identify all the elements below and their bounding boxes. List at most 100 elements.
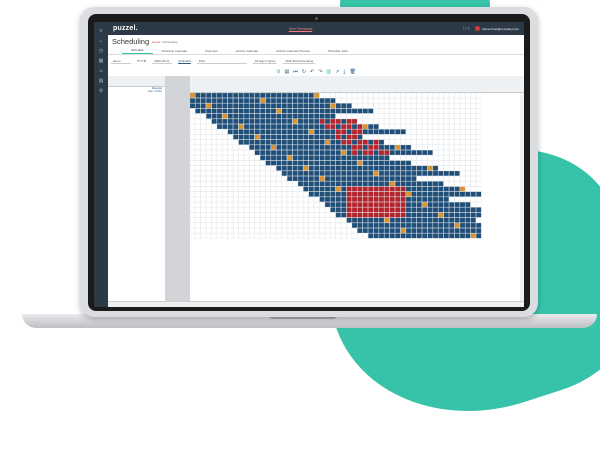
schedule-cell[interactable] (335, 144, 341, 150)
schedule-cell[interactable] (222, 181, 228, 187)
schedule-cell[interactable] (368, 170, 374, 176)
schedule-cell[interactable] (249, 103, 255, 109)
schedule-cell[interactable] (470, 186, 476, 192)
schedule-cell[interactable] (422, 181, 428, 187)
schedule-cell[interactable] (314, 108, 320, 114)
schedule-cell[interactable] (449, 98, 455, 104)
schedule-cell[interactable] (454, 150, 460, 156)
schedule-cell[interactable] (432, 165, 439, 171)
schedule-cell[interactable] (265, 212, 271, 218)
schedule-cell[interactable] (373, 170, 379, 176)
schedule-cell[interactable] (238, 181, 244, 187)
schedule-cell[interactable] (384, 212, 390, 218)
schedule-cell[interactable] (357, 160, 363, 166)
schedule-cell[interactable] (254, 207, 260, 213)
schedule-cell[interactable] (227, 93, 233, 98)
schedule-cell[interactable] (254, 170, 260, 176)
schedule-cell[interactable] (249, 181, 255, 187)
schedule-cell[interactable] (357, 170, 363, 176)
schedule-cell[interactable] (400, 139, 406, 145)
schedule-cell[interactable] (195, 124, 201, 130)
schedule-cell[interactable] (362, 176, 368, 182)
schedule-cell[interactable] (405, 155, 412, 161)
schedule-cell[interactable] (341, 217, 347, 223)
schedule-cell[interactable] (362, 228, 368, 234)
schedule-cell[interactable] (454, 170, 460, 176)
schedule-cell[interactable] (200, 118, 206, 124)
schedule-cell[interactable] (227, 139, 233, 145)
schedule-cell[interactable] (384, 108, 390, 114)
schedule-cell[interactable] (292, 217, 298, 223)
schedule-cell[interactable] (216, 129, 223, 135)
schedule-cell[interactable] (324, 113, 331, 119)
schedule-cell[interactable] (319, 196, 325, 202)
schedule-cell[interactable] (378, 98, 385, 104)
schedule-cell[interactable] (243, 103, 250, 109)
schedule-cell[interactable] (411, 103, 417, 109)
schedule-cell[interactable] (395, 170, 401, 176)
schedule-cell[interactable] (405, 196, 412, 202)
schedule-cell[interactable] (378, 129, 385, 135)
schedule-cell[interactable] (200, 217, 206, 223)
schedule-cell[interactable] (260, 144, 266, 150)
schedule-cell[interactable] (270, 196, 277, 202)
schedule-cell[interactable] (432, 233, 439, 239)
schedule-cell[interactable] (454, 222, 460, 228)
schedule-cell[interactable] (449, 144, 455, 150)
schedule-cell[interactable] (265, 207, 271, 213)
schedule-cell[interactable] (260, 160, 266, 166)
schedule-cell[interactable] (190, 222, 196, 228)
schedule-cell[interactable] (260, 196, 266, 202)
schedule-cell[interactable] (200, 212, 206, 218)
schedule-cell[interactable] (416, 170, 422, 176)
schedule-cell[interactable] (238, 118, 244, 124)
schedule-cell[interactable] (238, 186, 244, 192)
schedule-cell[interactable] (190, 118, 196, 124)
schedule-cell[interactable] (427, 139, 433, 145)
schedule-cell[interactable] (249, 202, 255, 208)
schedule-cell[interactable] (351, 108, 358, 114)
schedule-cell[interactable] (405, 228, 412, 234)
schedule-cell[interactable] (384, 113, 390, 119)
schedule-cell[interactable] (243, 196, 250, 202)
schedule-cell[interactable] (314, 202, 320, 208)
schedule-cell[interactable] (297, 181, 304, 187)
schedule-cell[interactable] (470, 233, 476, 239)
schedule-cell[interactable] (341, 228, 347, 234)
schedule-cell[interactable] (357, 118, 363, 124)
schedule-cell[interactable] (351, 113, 358, 119)
schedule-cell[interactable] (427, 222, 433, 228)
schedule-cell[interactable] (454, 98, 460, 104)
schedule-cell[interactable] (389, 160, 395, 166)
schedule-cell[interactable] (373, 202, 379, 208)
schedule-cell[interactable] (195, 170, 201, 176)
schedule-cell[interactable] (260, 207, 266, 213)
schedule-cell[interactable] (308, 191, 314, 197)
schedule-cell[interactable] (265, 176, 271, 182)
sort-select[interactable]: Shift Start Ascending (283, 59, 316, 64)
schedule-cell[interactable] (292, 155, 298, 161)
schedule-cell[interactable] (341, 93, 347, 98)
schedule-cell[interactable] (216, 134, 223, 140)
schedule-cell[interactable] (324, 212, 331, 218)
schedule-cell[interactable] (465, 196, 471, 202)
schedule-cell[interactable] (400, 176, 406, 182)
schedule-cell[interactable] (190, 196, 196, 202)
schedule-cell[interactable] (395, 113, 401, 119)
schedule-cell[interactable] (195, 202, 201, 208)
schedule-cell[interactable] (357, 129, 363, 135)
schedule-cell[interactable] (384, 139, 390, 145)
schedule-cell[interactable] (411, 113, 417, 119)
schedule-cell[interactable] (389, 98, 395, 104)
schedule-cell[interactable] (438, 196, 444, 202)
schedule-cell[interactable] (190, 170, 196, 176)
schedule-cell[interactable] (308, 134, 314, 140)
schedule-cell[interactable] (287, 165, 293, 171)
schedule-cell[interactable] (341, 98, 347, 104)
schedule-cell[interactable] (411, 165, 417, 171)
schedule-cell[interactable] (395, 176, 401, 182)
schedule-cell[interactable] (422, 150, 428, 156)
schedule-cell[interactable] (351, 134, 358, 140)
schedule-cell[interactable] (319, 233, 325, 239)
schedule-cell[interactable] (308, 139, 314, 145)
